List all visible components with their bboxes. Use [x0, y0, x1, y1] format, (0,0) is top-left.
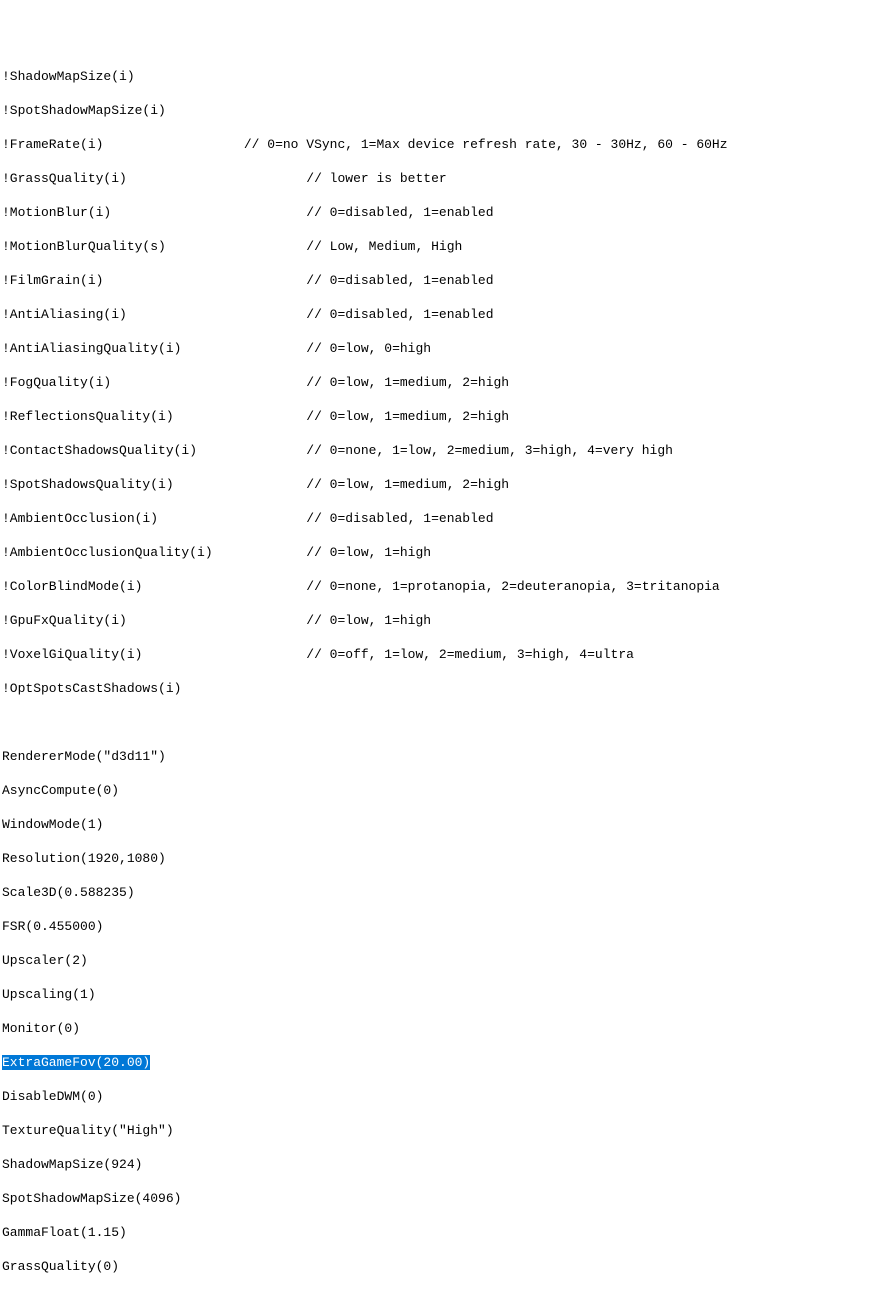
selected-text: ExtraGameFov(20.00) [2, 1055, 150, 1070]
config-comment: // Low, Medium, High [306, 239, 462, 254]
config-declaration-line[interactable]: !OptSpotsCastShadows(i) [2, 680, 892, 697]
config-declaration-line[interactable]: !ContactShadowsQuality(i) // 0=none, 1=l… [2, 442, 892, 459]
config-declaration-line[interactable]: !SpotShadowMapSize(i) [2, 102, 892, 119]
config-param: !OptSpotsCastShadows(i) [2, 681, 181, 696]
config-setting-line[interactable]: AsyncCompute(0) [2, 782, 892, 799]
config-comment: // 0=low, 1=medium, 2=high [306, 375, 509, 390]
config-setting-line[interactable]: Upscaler(2) [2, 952, 892, 969]
config-declaration-line[interactable]: !ReflectionsQuality(i) // 0=low, 1=mediu… [2, 408, 892, 425]
config-comment: // 0=low, 1=high [306, 613, 431, 628]
text-editor-content[interactable]: !ShadowMapSize(i) !SpotShadowMapSize(i) … [0, 68, 894, 1275]
config-param: !GpuFxQuality(i) [2, 613, 127, 628]
config-param: !GrassQuality(i) [2, 171, 127, 186]
config-declaration-line[interactable]: !AmbientOcclusion(i) // 0=disabled, 1=en… [2, 510, 892, 527]
config-param: !ReflectionsQuality(i) [2, 409, 174, 424]
config-comment: // 0=low, 0=high [306, 341, 431, 356]
config-setting-line[interactable]: TextureQuality("High") [2, 1122, 892, 1139]
config-setting: SpotShadowMapSize(4096) [2, 1191, 181, 1206]
config-comment: // 0=disabled, 1=enabled [306, 205, 493, 220]
config-setting-line[interactable]: GammaFloat(1.15) [2, 1224, 892, 1241]
config-setting-line[interactable]: WindowMode(1) [2, 816, 892, 833]
config-param: !MotionBlur(i) [2, 205, 111, 220]
config-setting-line[interactable]: DisableDWM(0) [2, 1088, 892, 1105]
config-setting: Scale3D(0.588235) [2, 885, 135, 900]
config-setting: Upscaler(2) [2, 953, 88, 968]
config-param: !AntiAliasing(i) [2, 307, 127, 322]
config-comment: // 0=disabled, 1=enabled [306, 307, 493, 322]
config-declaration-line[interactable]: !AntiAliasing(i) // 0=disabled, 1=enable… [2, 306, 892, 323]
config-declaration-line[interactable]: !AmbientOcclusionQuality(i) // 0=low, 1=… [2, 544, 892, 561]
config-setting-line[interactable]: GrassQuality(0) [2, 1258, 892, 1275]
config-setting: FSR(0.455000) [2, 919, 103, 934]
config-comment: // 0=disabled, 1=enabled [306, 273, 493, 288]
config-declaration-line[interactable]: !AntiAliasingQuality(i) // 0=low, 0=high [2, 340, 892, 357]
config-comment: // 0=low, 1=medium, 2=high [306, 409, 509, 424]
config-comment: // 0=no VSync, 1=Max device refresh rate… [244, 137, 728, 152]
config-declaration-line[interactable]: !GrassQuality(i) // lower is better [2, 170, 892, 187]
config-setting: Upscaling(1) [2, 987, 96, 1002]
config-comment: // 0=none, 1=low, 2=medium, 3=high, 4=ve… [306, 443, 673, 458]
config-setting-line[interactable]: FSR(0.455000) [2, 918, 892, 935]
config-setting: GrassQuality(0) [2, 1259, 119, 1274]
config-param: !AmbientOcclusionQuality(i) [2, 545, 213, 560]
config-setting-line[interactable]: ShadowMapSize(924) [2, 1156, 892, 1173]
config-setting: DisableDWM(0) [2, 1089, 103, 1104]
config-param: !ContactShadowsQuality(i) [2, 443, 197, 458]
config-setting-line[interactable]: Resolution(1920,1080) [2, 850, 892, 867]
config-param: !FilmGrain(i) [2, 273, 103, 288]
config-setting-line[interactable]: RendererMode("d3d11") [2, 748, 892, 765]
config-declaration-line[interactable]: !MotionBlur(i) // 0=disabled, 1=enabled [2, 204, 892, 221]
config-setting: WindowMode(1) [2, 817, 103, 832]
blank-line [2, 714, 892, 731]
config-setting: RendererMode("d3d11") [2, 749, 166, 764]
config-param: !AntiAliasingQuality(i) [2, 341, 181, 356]
config-param: !MotionBlurQuality(s) [2, 239, 166, 254]
config-comment: // 0=low, 1=high [306, 545, 431, 560]
config-setting-line[interactable]: SpotShadowMapSize(4096) [2, 1190, 892, 1207]
config-comment: // 0=disabled, 1=enabled [306, 511, 493, 526]
config-param: !ColorBlindMode(i) [2, 579, 142, 594]
config-declaration-line[interactable]: !FogQuality(i) // 0=low, 1=medium, 2=hig… [2, 374, 892, 391]
config-declaration-line[interactable]: !FilmGrain(i) // 0=disabled, 1=enabled [2, 272, 892, 289]
config-comment: // 0=low, 1=medium, 2=high [306, 477, 509, 492]
config-declaration-line[interactable]: !FrameRate(i) // 0=no VSync, 1=Max devic… [2, 136, 892, 153]
config-setting: AsyncCompute(0) [2, 783, 119, 798]
config-setting-line[interactable]: Monitor(0) [2, 1020, 892, 1037]
config-declaration-line[interactable]: !SpotShadowsQuality(i) // 0=low, 1=mediu… [2, 476, 892, 493]
config-param: !SpotShadowsQuality(i) [2, 477, 174, 492]
config-setting: Monitor(0) [2, 1021, 80, 1036]
config-setting: Resolution(1920,1080) [2, 851, 166, 866]
config-setting-line[interactable]: ExtraGameFov(20.00) [2, 1054, 892, 1071]
config-setting: ShadowMapSize(924) [2, 1157, 142, 1172]
config-param: !AmbientOcclusion(i) [2, 511, 158, 526]
config-setting: TextureQuality("High") [2, 1123, 174, 1138]
config-param: !FogQuality(i) [2, 375, 111, 390]
config-param: !SpotShadowMapSize(i) [2, 103, 166, 118]
config-comment: // 0=none, 1=protanopia, 2=deuteranopia,… [306, 579, 719, 594]
config-setting: GammaFloat(1.15) [2, 1225, 127, 1240]
config-declaration-line[interactable]: !ShadowMapSize(i) [2, 68, 892, 85]
config-setting-line[interactable]: Scale3D(0.588235) [2, 884, 892, 901]
config-declaration-line[interactable]: !MotionBlurQuality(s) // Low, Medium, Hi… [2, 238, 892, 255]
config-declaration-line[interactable]: !GpuFxQuality(i) // 0=low, 1=high [2, 612, 892, 629]
config-setting-line[interactable]: Upscaling(1) [2, 986, 892, 1003]
config-param: !ShadowMapSize(i) [2, 69, 135, 84]
config-declaration-line[interactable]: !ColorBlindMode(i) // 0=none, 1=protanop… [2, 578, 892, 595]
config-param: !FrameRate(i) [2, 137, 103, 152]
config-comment: // lower is better [306, 171, 446, 186]
